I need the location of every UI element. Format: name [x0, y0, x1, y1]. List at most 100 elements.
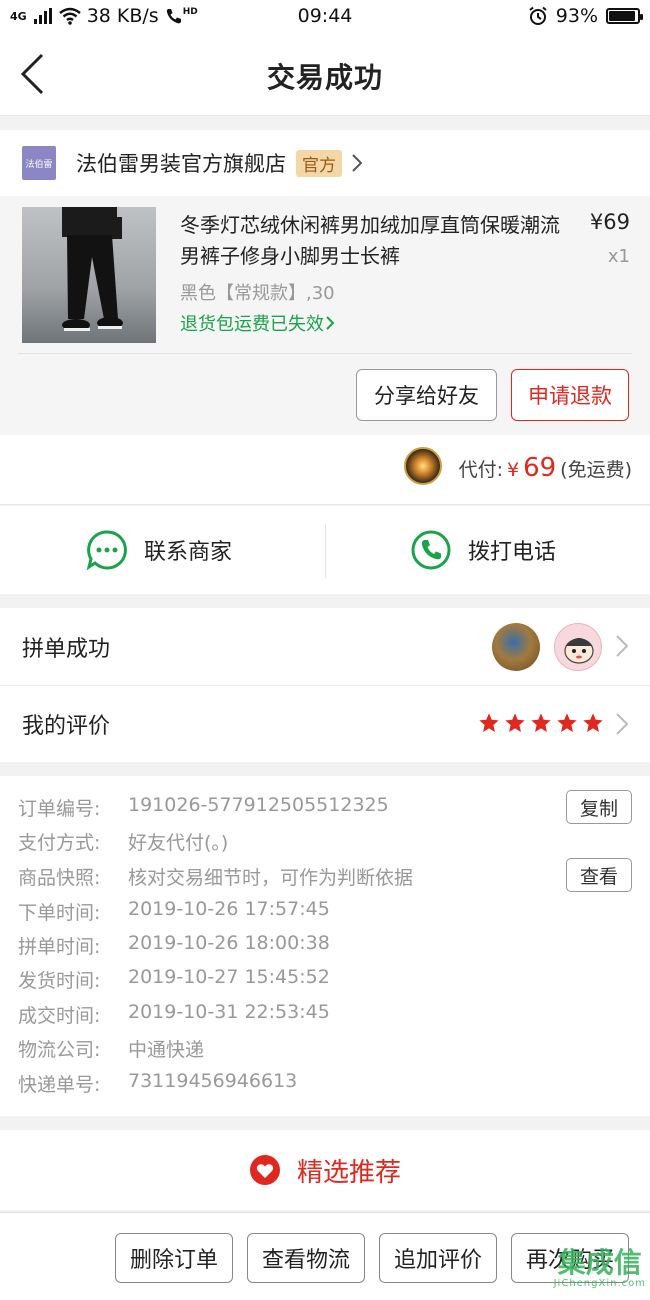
- phone-icon: [411, 530, 451, 570]
- recommend-header: 精选推荐: [0, 1130, 650, 1210]
- watermark-logo: 集成信: [557, 1246, 642, 1279]
- cartoon-avatar-icon: [564, 638, 594, 664]
- order-actions: 分享给好友 申请退款: [18, 353, 632, 435]
- product-photo-icon: [62, 207, 123, 331]
- detail-label: 成交时间:: [18, 1005, 101, 1027]
- chevron-right-icon: [326, 316, 335, 330]
- chat-icon: [86, 530, 127, 571]
- my-review-row[interactable]: 我的评价: [0, 686, 650, 762]
- delete-order-button[interactable]: 删除订单: [115, 1233, 233, 1283]
- battery-icon: [606, 8, 643, 24]
- group-success-row[interactable]: 拼单成功: [0, 608, 650, 686]
- detail-label: 快递单号:: [18, 1074, 101, 1096]
- wifi-icon: [58, 7, 81, 25]
- chevron-right-icon: [616, 713, 628, 735]
- detail-label: 订单编号:: [18, 798, 101, 820]
- detail-row: 支付方式: 好友代付(。): [18, 828, 228, 858]
- rating-stars: [478, 712, 604, 734]
- status-right: 93%: [528, 5, 643, 27]
- courier-company: 中通快递: [128, 1039, 205, 1061]
- product-image[interactable]: [22, 207, 156, 343]
- back-button[interactable]: [18, 52, 58, 98]
- call-label: 拨打电话: [468, 540, 557, 565]
- refund-button[interactable]: 申请退款: [511, 369, 629, 421]
- order-card: 法伯雷 法伯雷男装官方旗舰店 官方 冬季灯芯绒休闲裤男加绒加厚直筒保暖潮流男裤子…: [0, 130, 650, 435]
- product-spec: 黑色【常规款】,30: [180, 283, 335, 304]
- group-success-label: 拼单成功: [22, 636, 111, 662]
- site-watermark: 集成信 JiChengXin.com: [553, 1246, 646, 1290]
- detail-row: 拼单时间: 2019-10-26 18:00:38: [18, 932, 330, 962]
- detail-row: 物流公司: 中通快递: [18, 1035, 204, 1065]
- snapshot-note: 核对交易细节时，可作为判断依据: [128, 867, 414, 889]
- network-speed: 38 KB/s: [86, 5, 159, 27]
- detail-row: 订单编号: 191026-577912505512325: [18, 794, 389, 824]
- view-logistics-button[interactable]: 查看物流: [247, 1233, 365, 1283]
- detail-label: 拼单时间:: [18, 936, 101, 958]
- payment-method: 好友代付(。): [128, 832, 229, 854]
- call-button[interactable]: 拨打电话: [410, 528, 556, 572]
- detail-label: 发货时间:: [18, 970, 101, 992]
- view-snapshot-button[interactable]: 查看: [566, 858, 632, 892]
- order-time: 2019-10-26 17:57:45: [128, 898, 330, 920]
- group-time: 2019-10-26 18:00:38: [128, 932, 330, 954]
- my-review-label: 我的评价: [22, 714, 111, 739]
- page-title: 交易成功: [266, 61, 383, 94]
- shipping-note: (免运费): [560, 459, 632, 481]
- contact-merchant-label: 联系商家: [144, 540, 233, 565]
- status-left: 4G 38 KB/s HD: [10, 5, 198, 27]
- star-icon: [479, 713, 499, 732]
- heart-icon: [249, 1155, 280, 1185]
- product-item[interactable]: 冬季灯芯绒休闲裤男加绒加厚直筒保暖潮流男裤子修身小脚男士长裤 ¥69 x1 黑色…: [0, 196, 650, 354]
- product-title: 冬季灯芯绒休闲裤男加绒加厚直筒保暖潮流男裤子修身小脚男士长裤: [180, 213, 560, 268]
- copy-button[interactable]: 复制: [566, 790, 632, 824]
- alarm-icon: [529, 6, 547, 25]
- phone-hd-icon: [166, 9, 181, 24]
- payment-row: 代付: ¥ 69 (免运费): [0, 435, 650, 505]
- avatar: [492, 623, 540, 671]
- return-shipping-link[interactable]: 退货包运费已失效: [180, 310, 335, 336]
- shop-header[interactable]: 法伯雷 法伯雷男装官方旗舰店 官方: [0, 130, 650, 196]
- order-details: 订单编号: 191026-577912505512325 复制 支付方式: 好友…: [0, 776, 650, 1116]
- divider: [325, 524, 326, 578]
- payment-amount: 69: [523, 453, 557, 483]
- group-review-section: 拼单成功 我的评价: [0, 608, 650, 762]
- tracking-number: 73119456946613: [128, 1070, 298, 1092]
- product-quantity: x1: [607, 246, 630, 267]
- payment-summary: 代付: ¥ 69 (免运费): [459, 453, 632, 483]
- shop-name: 法伯雷男装官方旗舰店: [76, 152, 286, 176]
- detail-row: 下单时间: 2019-10-26 17:57:45: [18, 898, 330, 928]
- detail-row: 商品快照: 核对交易细节时，可作为判断依据: [18, 863, 413, 893]
- contact-merchant-button[interactable]: 联系商家: [86, 528, 232, 572]
- network-label: 4G: [10, 9, 27, 23]
- star-icon: [557, 713, 577, 732]
- status-bar: 4G 38 KB/s HD 09:44 93%: [0, 0, 650, 34]
- product-price: ¥69: [589, 210, 630, 234]
- official-badge: 官方: [296, 149, 342, 177]
- detail-label: 物流公司:: [18, 1039, 101, 1061]
- detail-row: 快递单号: 73119456946613: [18, 1070, 297, 1100]
- detail-row: 成交时间: 2019-10-31 22:53:45: [18, 1001, 330, 1031]
- detail-row: 发货时间: 2019-10-27 15:45:52: [18, 966, 330, 996]
- share-button[interactable]: 分享给好友: [356, 369, 497, 421]
- battery-percent: 93%: [555, 5, 598, 27]
- shop-logo: 法伯雷: [22, 146, 56, 180]
- chevron-right-icon: [616, 635, 628, 657]
- payment-label: 代付:: [458, 459, 503, 481]
- star-icon: [583, 713, 603, 732]
- signal-icon: [33, 8, 52, 24]
- detail-label: 支付方式:: [18, 832, 101, 854]
- star-icon: [531, 713, 551, 732]
- add-review-button[interactable]: 追加评价: [379, 1233, 497, 1283]
- avatar: [554, 623, 602, 671]
- group-avatars: [492, 623, 602, 671]
- page-header: 交易成功: [0, 34, 650, 116]
- payment-currency: ¥: [506, 459, 520, 481]
- ship-time: 2019-10-27 15:45:52: [128, 966, 330, 988]
- star-icon: [505, 713, 525, 732]
- hd-badge: HD: [182, 7, 198, 17]
- battery-level: [609, 11, 636, 21]
- detail-label: 商品快照:: [18, 867, 101, 889]
- chevron-right-icon: [352, 154, 362, 172]
- watermark-url: JiChengXin.com: [553, 1278, 646, 1289]
- payer-avatar: [404, 447, 442, 485]
